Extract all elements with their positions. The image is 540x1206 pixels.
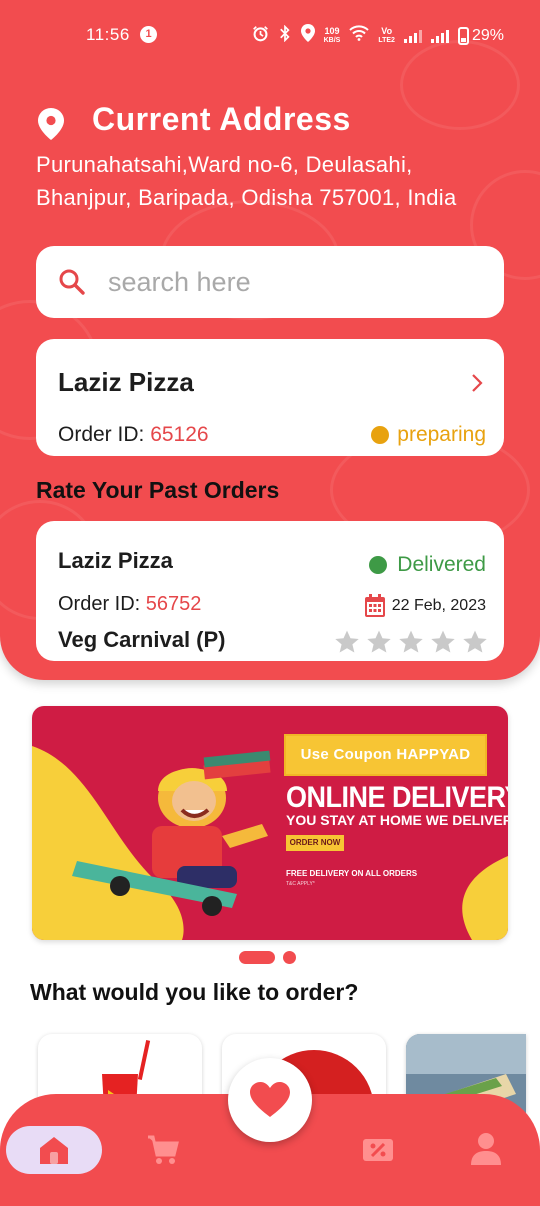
pager-dot-active[interactable] <box>239 951 275 964</box>
rate-past-orders-heading: Rate Your Past Orders <box>36 477 280 503</box>
home-icon[interactable] <box>38 1134 70 1166</box>
discount-icon[interactable] <box>362 1134 394 1166</box>
past-order-status: Delivered <box>369 553 486 577</box>
header-panel: 11:56 1 109 KB/S Vo LTE2 29% Current Add… <box>0 0 540 680</box>
banner-subtitle: YOU STAY AT HOME WE DELIVER <box>286 812 508 828</box>
status-icons: 109 KB/S Vo LTE2 29% <box>252 24 504 47</box>
current-order-status: preparing <box>371 423 486 447</box>
past-order-id: Order ID: 56752 <box>58 593 202 615</box>
banner-pager[interactable] <box>239 951 296 964</box>
battery-percent: 29% <box>471 26 504 44</box>
app-screen: 11:56 1 109 KB/S Vo LTE2 29% Current Add… <box>0 0 540 1206</box>
volte-indicator: Vo LTE2 <box>378 25 395 44</box>
free-delivery-text: FREE DELIVERY ON ALL ORDERS <box>286 869 418 878</box>
pager-dot[interactable] <box>283 951 296 964</box>
promo-banner[interactable]: Use Coupon HAPPYAD ONLINE DELIVERY YOU S… <box>32 706 508 940</box>
current-order-restaurant: Laziz Pizza <box>58 367 194 397</box>
past-order-item: Veg Carnival (P) <box>58 627 226 652</box>
banner-title: ONLINE DELIVERY <box>286 780 508 814</box>
status-time: 11:56 <box>86 25 130 44</box>
search-bar[interactable] <box>36 246 504 318</box>
location-icon <box>300 24 315 47</box>
cart-icon[interactable] <box>147 1134 179 1166</box>
terms-text: T&C APPLY* <box>286 881 315 887</box>
signal-2-icon <box>430 29 449 43</box>
location-pin-icon <box>38 108 64 140</box>
coupon-badge: Use Coupon HAPPYAD <box>284 734 487 776</box>
star-icon[interactable] <box>462 629 488 655</box>
address-line-1[interactable]: Purunahatsahi,Ward no-6, Deulasahi, <box>36 152 413 178</box>
past-order-restaurant: Laziz Pizza <box>58 548 173 573</box>
calendar-icon <box>364 594 385 617</box>
current-address-title[interactable]: Current Address <box>92 101 351 138</box>
categories-heading: What would you like to order? <box>30 979 359 1005</box>
past-order-card[interactable]: Laziz Pizza Delivered Order ID: 56752 22… <box>36 521 504 661</box>
heart-icon <box>250 1082 290 1117</box>
past-order-date: 22 Feb, 2023 <box>364 594 486 618</box>
favorites-button[interactable] <box>228 1058 312 1142</box>
wifi-icon <box>349 25 370 46</box>
status-dot-icon <box>369 556 388 574</box>
order-now-button[interactable]: ORDER NOW <box>286 835 344 851</box>
star-icon[interactable] <box>430 629 456 655</box>
search-input[interactable] <box>108 260 478 304</box>
battery-icon <box>457 26 469 45</box>
rating-stars[interactable] <box>334 629 488 655</box>
star-icon[interactable] <box>366 629 392 655</box>
star-icon[interactable] <box>398 629 424 655</box>
notification-count-badge: 1 <box>140 26 157 43</box>
bluetooth-icon <box>278 24 292 47</box>
alarm-icon <box>252 25 269 47</box>
net-speed: 109 KB/S <box>323 25 341 44</box>
current-order-card[interactable]: Laziz Pizza Order ID: 65126 preparing <box>36 339 504 456</box>
star-icon[interactable] <box>334 629 360 655</box>
search-icon <box>59 269 85 295</box>
profile-icon[interactable] <box>470 1132 502 1166</box>
current-order-id: Order ID: 65126 <box>58 423 209 446</box>
status-dot-icon <box>371 426 390 444</box>
signal-1-icon <box>403 29 422 43</box>
address-line-2[interactable]: Bhanjpur, Baripada, Odisha 757001, India <box>36 185 457 211</box>
chevron-right-icon[interactable] <box>470 372 484 394</box>
status-bar: 11:56 1 109 KB/S Vo LTE2 29% <box>0 0 540 70</box>
